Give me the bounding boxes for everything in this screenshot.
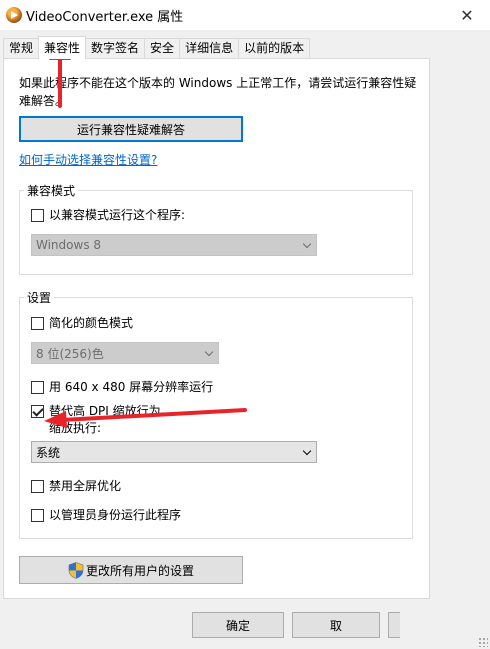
close-button[interactable]: ✕ xyxy=(444,0,490,30)
title-bar: VideoConverter.exe 属性 ✕ xyxy=(0,0,490,30)
disable-fullscreen-checkbox[interactable]: 禁用全屏优化 xyxy=(31,478,121,495)
app-icon xyxy=(6,7,22,23)
tab-general[interactable]: 常规 xyxy=(3,38,40,59)
dpi-override-checkbox[interactable]: 替代高 DPI 缩放行为。 缩放执行: xyxy=(31,403,173,437)
disable-fullscreen-label: 禁用全屏优化 xyxy=(49,479,122,493)
run-in-compat-mode-checkbox[interactable]: 以兼容模式运行这个程序: xyxy=(31,207,185,224)
checkbox-box[interactable] xyxy=(31,509,44,522)
resize-grip[interactable] xyxy=(478,637,488,647)
color-mode-value: 8 位(256)色 xyxy=(36,346,104,361)
dpi-scaling-select[interactable]: 系统 xyxy=(31,441,317,463)
run-in-compat-mode-label: 以兼容模式运行这个程序: xyxy=(49,208,186,222)
cancel-button[interactable]: 取 xyxy=(292,612,380,638)
checkbox-box[interactable] xyxy=(31,381,44,394)
run-640-checkbox[interactable]: 用 640 x 480 屏幕分辨率运行 xyxy=(31,379,213,396)
color-mode-select[interactable]: 8 位(256)色 xyxy=(31,342,219,364)
uac-shield-icon xyxy=(68,561,84,579)
apply-button-partial[interactable] xyxy=(388,612,400,638)
checkbox-box[interactable] xyxy=(31,317,44,330)
os-version-select[interactable]: Windows 8 xyxy=(31,234,317,256)
chevron-down-icon xyxy=(302,239,312,249)
run-as-admin-checkbox[interactable]: 以管理员身份运行此程序 xyxy=(31,507,181,524)
checkbox-box[interactable] xyxy=(31,405,44,418)
os-version-value: Windows 8 xyxy=(36,238,102,252)
dpi-override-label-wrap: 替代高 DPI 缩放行为。 缩放执行: xyxy=(49,403,173,437)
window-title: VideoConverter.exe 属性 xyxy=(26,10,184,25)
dpi-scaling-value: 系统 xyxy=(36,445,61,460)
change-all-users-button[interactable]: 更改所有用户的设置 xyxy=(19,556,243,584)
chevron-down-icon xyxy=(302,446,312,456)
checkbox-box[interactable] xyxy=(31,209,44,222)
troubleshoot-button[interactable]: 运行兼容性疑难解答 xyxy=(19,116,243,142)
compatibility-panel: 如果此程序不能在这个版本的 Windows 上正常工作，请尝试运行兼容性疑难解答… xyxy=(3,58,430,599)
compat-description: 如果此程序不能在这个版本的 Windows 上正常工作，请尝试运行兼容性疑难解答… xyxy=(19,76,417,108)
compat-mode-group: 兼容模式 以兼容模式运行这个程序: Windows 8 xyxy=(19,182,413,275)
tab-details[interactable]: 详细信息 xyxy=(179,38,240,59)
reduced-color-label: 简化的颜色模式 xyxy=(49,316,134,330)
checkbox-box[interactable] xyxy=(31,480,44,493)
tab-security[interactable]: 安全 xyxy=(144,38,181,59)
chevron-down-icon xyxy=(204,347,214,357)
reduced-color-checkbox[interactable]: 简化的颜色模式 xyxy=(31,315,133,332)
manual-settings-link[interactable]: 如何手动选择兼容性设置? xyxy=(19,151,157,168)
run-as-admin-label: 以管理员身份运行此程序 xyxy=(49,508,182,522)
dpi-override-label: 替代高 DPI 缩放行为。 xyxy=(49,404,173,418)
tab-digital-signatures[interactable]: 数字签名 xyxy=(85,38,146,59)
tab-compatibility[interactable]: 兼容性 xyxy=(38,36,87,59)
tab-strip: 常规 兼容性 数字签名 安全 详细信息 以前的版本 xyxy=(3,36,311,59)
settings-group: 设置 简化的颜色模式 8 位(256)色 用 640 x 480 屏幕分辨率运行… xyxy=(19,289,413,539)
tab-previous-versions[interactable]: 以前的版本 xyxy=(238,38,311,59)
change-all-users-label: 更改所有用户的设置 xyxy=(85,563,194,578)
run-640-label: 用 640 x 480 屏幕分辨率运行 xyxy=(49,380,214,394)
compat-mode-title: 兼容模式 xyxy=(24,182,79,199)
dpi-override-sublabel: 缩放执行: xyxy=(49,421,102,435)
settings-title: 设置 xyxy=(24,289,55,306)
ok-button[interactable]: 确定 xyxy=(192,612,284,638)
